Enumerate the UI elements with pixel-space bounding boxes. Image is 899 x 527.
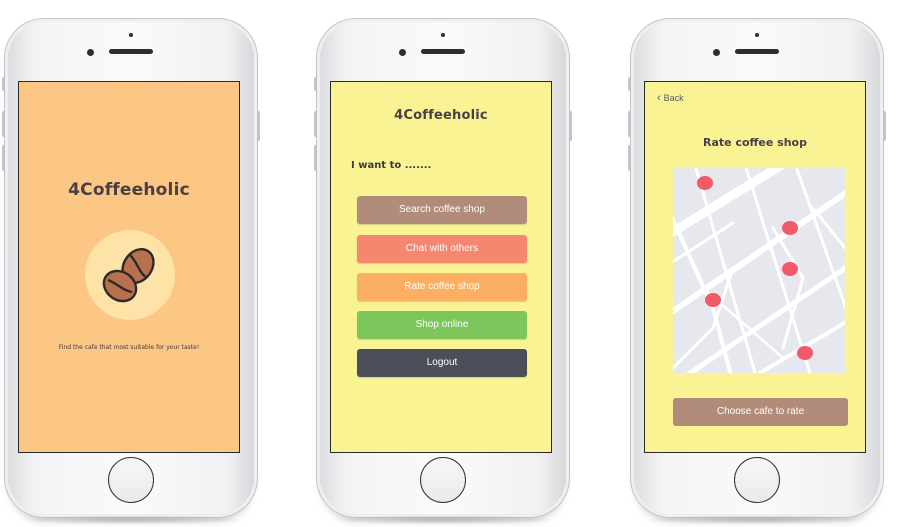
phone-speaker — [735, 49, 779, 54]
chevron-left-icon: ‹ — [657, 92, 661, 104]
phone-volume-up — [314, 111, 317, 137]
phone-volume-up — [628, 111, 631, 137]
phone-volume-up — [2, 111, 5, 137]
choose-cafe-button[interactable]: Choose cafe to rate — [673, 398, 848, 426]
phone-side-button — [628, 77, 631, 91]
phone-side-button — [314, 77, 317, 91]
prompt-text: I want to ....... — [351, 160, 432, 171]
coffee-beans-icon — [85, 230, 175, 320]
phone-side-button — [2, 77, 5, 91]
map-pin — [697, 176, 713, 190]
search-coffee-shop-button[interactable]: Search coffee shop — [357, 196, 527, 224]
phone-volume-down — [2, 145, 5, 171]
phone-home-button[interactable] — [108, 457, 154, 503]
phone-camera — [87, 49, 94, 56]
phone-power-button — [883, 111, 886, 141]
phone-sensor — [755, 33, 759, 37]
app-logo-text: 4Coffeeholic — [68, 180, 190, 200]
phone-volume-down — [314, 145, 317, 171]
map-pin — [797, 346, 813, 360]
tagline-text: Find the cafe that most suitable for you… — [58, 344, 200, 351]
phone-power-button — [257, 111, 260, 141]
rate-coffee-shop-button[interactable]: Rate coffee shop — [357, 273, 527, 301]
back-label: Back — [663, 93, 684, 103]
page-title: Rate coffee shop — [703, 136, 807, 149]
phone-camera — [399, 49, 406, 56]
map-pin — [782, 262, 798, 276]
phone-power-button — [569, 111, 572, 141]
phone-volume-down — [628, 145, 631, 171]
phone-speaker — [109, 49, 153, 54]
phone-splash: 4Coffeeholic Find the cafe that most sui… — [2, 18, 260, 525]
phone-home-button[interactable] — [734, 457, 780, 503]
phone-camera — [713, 49, 720, 56]
splash-screen: 4Coffeeholic Find the cafe that most sui… — [18, 81, 240, 453]
back-button[interactable]: ‹ Back — [657, 92, 684, 104]
map-view[interactable] — [673, 168, 845, 373]
phone-menu: 4Coffeeholic I want to ....... Search co… — [314, 18, 572, 525]
app-logo-text: 4Coffeeholic — [394, 108, 488, 123]
logout-button[interactable]: Logout — [357, 349, 527, 377]
chat-with-others-button[interactable]: Chat with others — [357, 235, 527, 263]
phone-sensor — [129, 33, 133, 37]
phone-sensor — [441, 33, 445, 37]
phone-rate: ‹ Back Rate coffee shop Choose cafe to r… — [628, 18, 886, 525]
menu-screen: 4Coffeeholic I want to ....... Search co… — [330, 81, 552, 453]
map-pin — [782, 221, 798, 235]
phone-home-button[interactable] — [420, 457, 466, 503]
map-pin — [705, 293, 721, 307]
map-icon — [673, 168, 845, 373]
phone-speaker — [421, 49, 465, 54]
shop-online-button[interactable]: Shop online — [357, 311, 527, 339]
rate-screen: ‹ Back Rate coffee shop Choose cafe to r… — [644, 81, 866, 453]
